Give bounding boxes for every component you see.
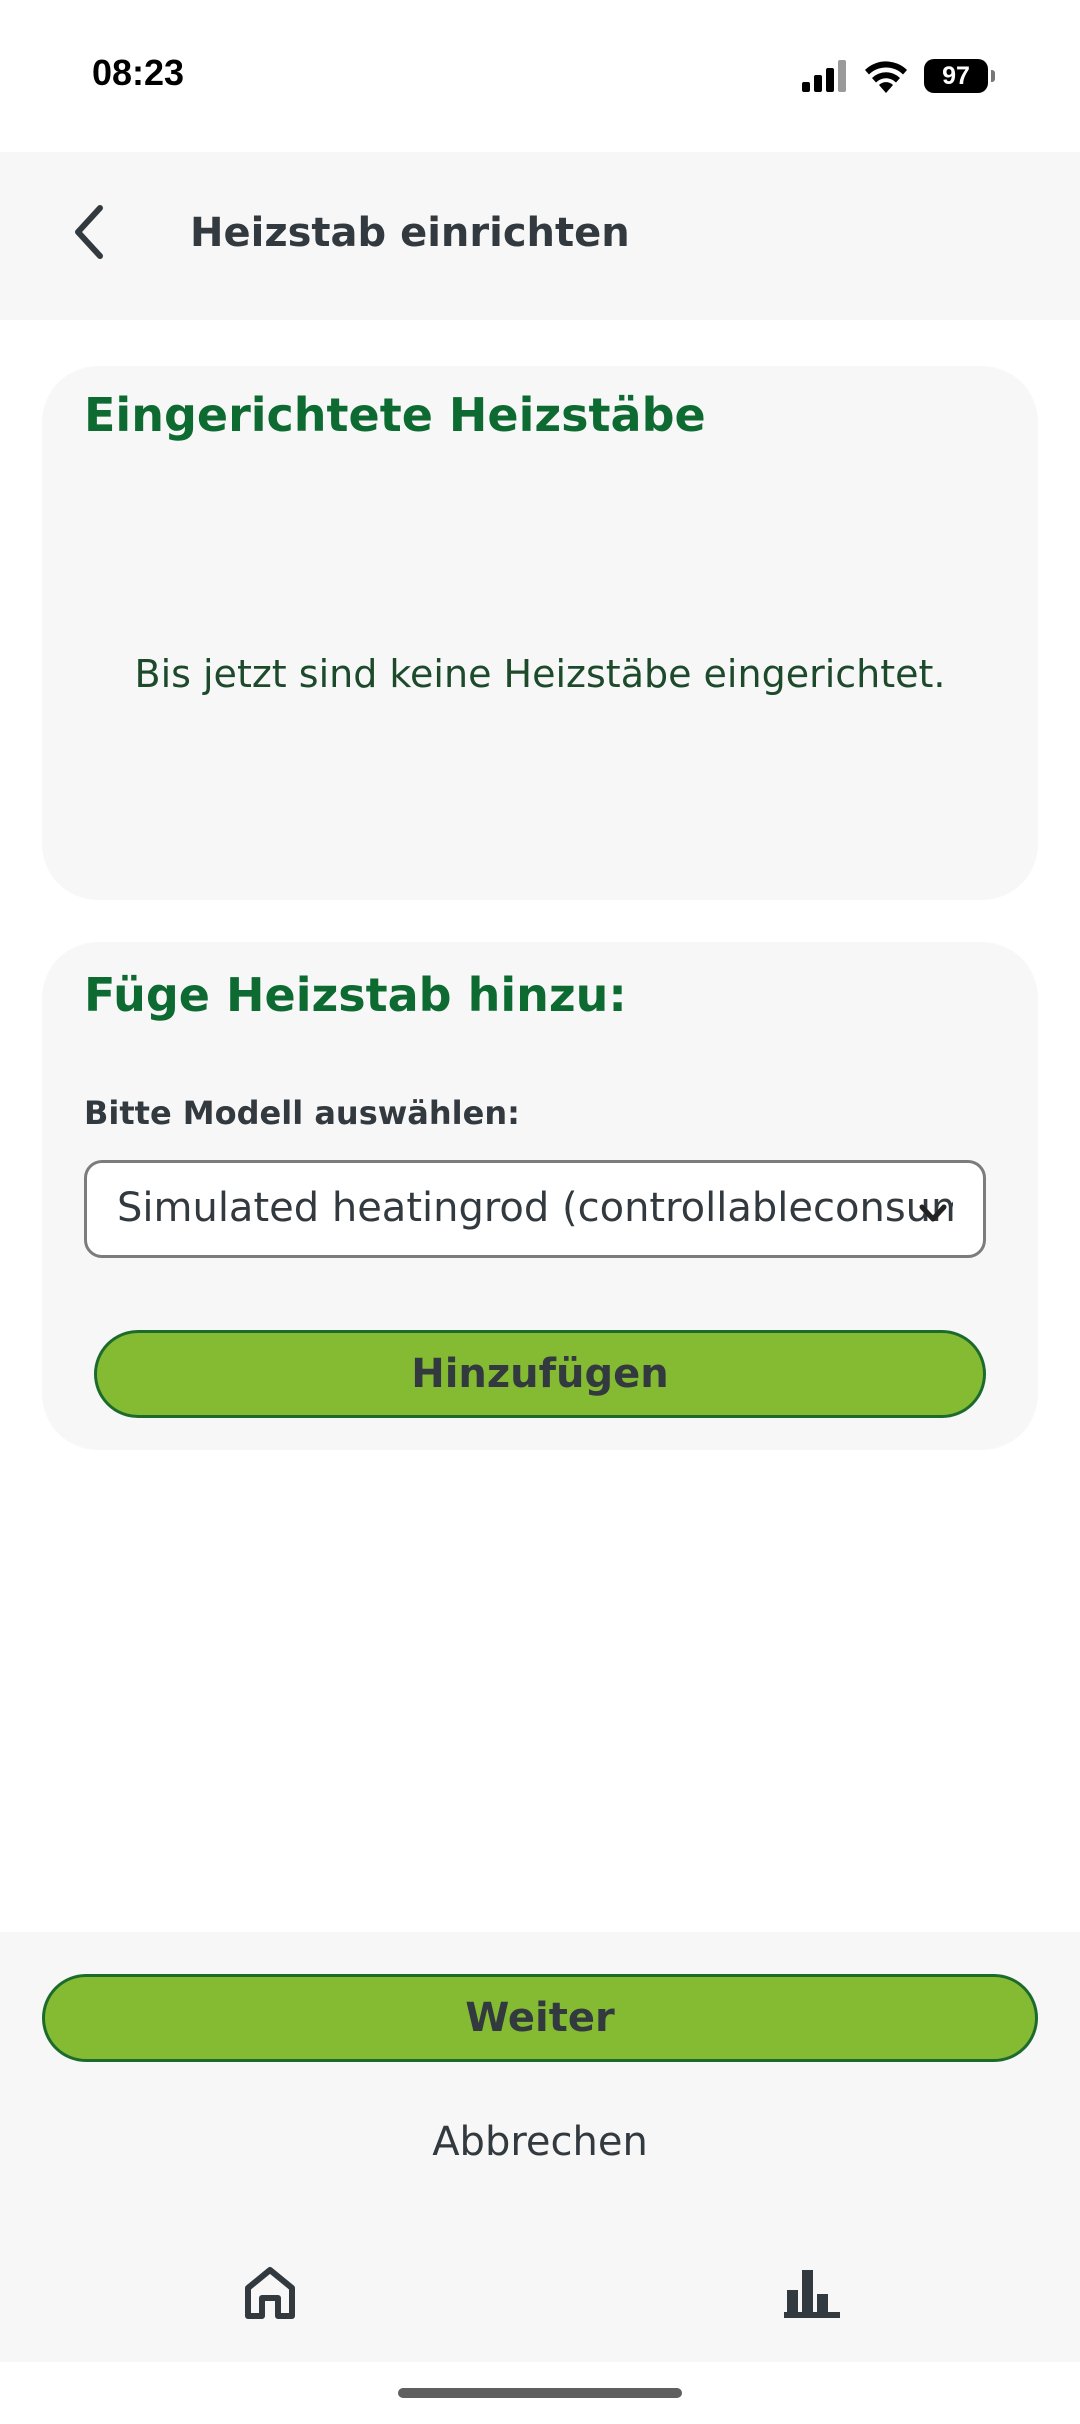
add-heating-rod-card: Füge Heizstab hinzu: Bitte Modell auswäh…: [42, 942, 1038, 1450]
add-section-title: Füge Heizstab hinzu:: [84, 968, 627, 1022]
page-title: Heizstab einrichten: [190, 210, 630, 256]
home-indicator[interactable]: [398, 2388, 682, 2398]
installed-heating-rods-card: Eingerichtete Heizstäbe Bis jetzt sind k…: [42, 366, 1038, 900]
chevron-down-icon: [919, 1204, 947, 1222]
bar-chart-icon: [784, 2270, 840, 2318]
status-bar: 08:23 97: [0, 0, 1080, 152]
wifi-icon: [865, 61, 907, 93]
model-select-label: Bitte Modell auswählen:: [84, 1094, 520, 1132]
empty-state-message: Bis jetzt sind keine Heizstäbe eingerich…: [134, 652, 946, 696]
home-indicator-area: [0, 2362, 1080, 2424]
battery-icon: 97: [924, 59, 995, 93]
signal-icon: [802, 60, 846, 92]
model-select-value: Simulated heatingrod (controllableconsum…: [117, 1185, 953, 1231]
nav-statistics[interactable]: [772, 2252, 852, 2332]
nav-home[interactable]: [230, 2252, 310, 2332]
status-icons: 97: [802, 56, 995, 96]
cancel-button[interactable]: Abbrechen: [340, 2102, 740, 2182]
back-button[interactable]: [50, 192, 130, 272]
home-icon: [245, 2267, 295, 2319]
next-button[interactable]: Weiter: [42, 1974, 1038, 2062]
model-select[interactable]: Simulated heatingrod (controllableconsum…: [84, 1160, 986, 1258]
add-button[interactable]: Hinzufügen: [94, 1330, 986, 1418]
installed-section-title: Eingerichtete Heizstäbe: [84, 388, 706, 442]
chevron-left-icon: [75, 205, 103, 259]
status-time: 08:23: [92, 52, 185, 93]
bottom-panel: Weiter Abbrechen: [0, 1932, 1080, 2362]
app-header: Heizstab einrichten: [0, 152, 1080, 320]
